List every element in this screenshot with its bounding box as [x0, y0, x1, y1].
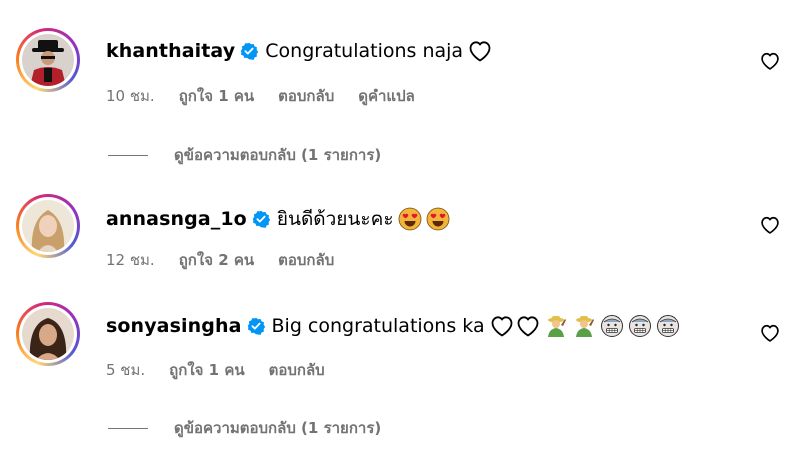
translate-button[interactable]: ดูคำแปล: [358, 84, 415, 108]
divider: [108, 427, 148, 429]
view-replies-label: ดูข้อความตอบกลับ (1 รายการ): [174, 419, 382, 437]
avatar[interactable]: [16, 302, 80, 366]
farmer-emoji-icon: [544, 314, 568, 338]
avatar-woman-blonde-icon: [22, 200, 74, 252]
reply-button[interactable]: ตอบกลับ: [278, 84, 334, 108]
username[interactable]: sonyasingha: [106, 315, 242, 337]
username[interactable]: annasnga_1o: [106, 208, 247, 230]
verified-badge-icon: [247, 317, 265, 335]
outline-heart-icon: [468, 40, 492, 62]
comment-text: Congratulations naja: [265, 40, 464, 62]
farmer-emoji-icon: [572, 314, 596, 338]
comment-3: sonyasingha Big congratulations ka 5 ชม.: [0, 290, 800, 459]
comment-time: 10 ชม.: [106, 87, 155, 105]
view-replies-button[interactable]: ดูข้อความตอบกลับ (1 รายการ): [108, 143, 381, 167]
comment-1: khanthaitay Congratulations naja 10 ชม. …: [0, 0, 800, 190]
username[interactable]: khanthaitay: [106, 40, 235, 62]
reply-button[interactable]: ตอบกลับ: [269, 358, 325, 382]
likes-count[interactable]: ถูกใจ 1 คน: [179, 84, 254, 108]
outline-heart-icon: [490, 315, 514, 337]
avatar-man-in-red-hat-icon: [22, 34, 74, 86]
heart-eyes-emoji-icon: [398, 207, 422, 231]
comment-text: Big congratulations ka: [271, 315, 485, 337]
grimacing-face-emoji-icon: [628, 314, 652, 338]
like-heart-icon[interactable]: [760, 51, 780, 71]
likes-count[interactable]: ถูกใจ 1 คน: [169, 358, 244, 382]
outline-heart-icon: [516, 315, 540, 337]
avatar[interactable]: [16, 194, 80, 258]
view-replies-label: ดูข้อความตอบกลับ (1 รายการ): [174, 146, 382, 164]
grimacing-face-emoji-icon: [656, 314, 680, 338]
comment-time: 12 ชม.: [106, 251, 155, 269]
view-replies-button[interactable]: ดูข้อความตอบกลับ (1 รายการ): [108, 416, 381, 440]
avatar[interactable]: [16, 28, 80, 92]
like-heart-icon[interactable]: [760, 323, 780, 343]
comment-text: ยินดีด้วยนะคะ: [276, 208, 394, 230]
reply-button[interactable]: ตอบกลับ: [278, 248, 334, 272]
comment-2: annasnga_1o ยินดีด้วยนะคะ 12 ชม. ถูกใจ 2…: [0, 190, 800, 290]
comment-time: 5 ชม.: [106, 361, 146, 379]
heart-eyes-emoji-icon: [426, 207, 450, 231]
divider: [108, 154, 148, 156]
grimacing-face-emoji-icon: [600, 314, 624, 338]
like-heart-icon[interactable]: [760, 215, 780, 235]
likes-count[interactable]: ถูกใจ 2 คน: [179, 248, 254, 272]
verified-badge-icon: [252, 210, 270, 228]
verified-badge-icon: [240, 42, 259, 60]
avatar-woman-dark-hair-icon: [22, 308, 74, 360]
